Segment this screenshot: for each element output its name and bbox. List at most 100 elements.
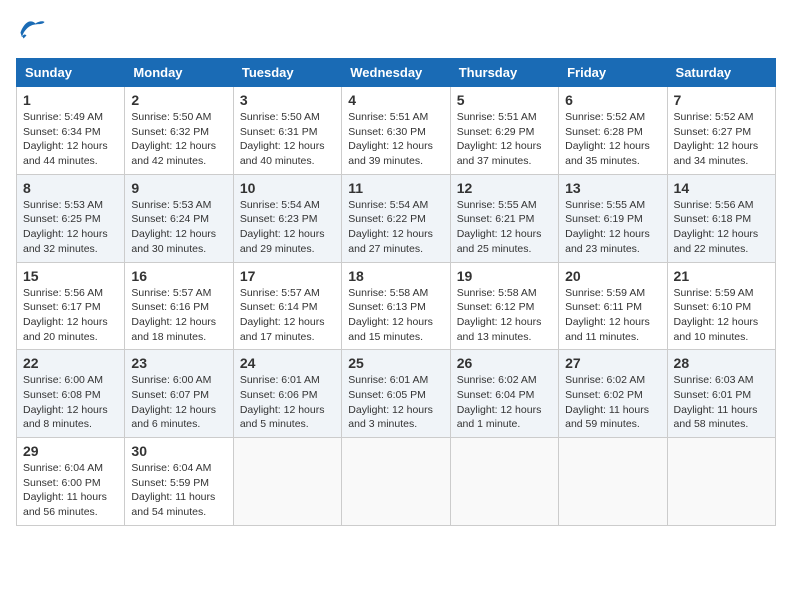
logo (16, 16, 50, 46)
calendar-cell: 26 Sunrise: 6:02 AMSunset: 6:04 PMDaylig… (450, 350, 558, 438)
calendar-cell: 19 Sunrise: 5:58 AMSunset: 6:12 PMDaylig… (450, 262, 558, 350)
calendar-cell: 6 Sunrise: 5:52 AMSunset: 6:28 PMDayligh… (559, 87, 667, 175)
day-number: 19 (457, 268, 552, 284)
day-number: 16 (131, 268, 226, 284)
calendar-cell: 2 Sunrise: 5:50 AMSunset: 6:32 PMDayligh… (125, 87, 233, 175)
day-info: Sunrise: 5:57 AMSunset: 6:14 PMDaylight:… (240, 287, 325, 343)
day-info: Sunrise: 5:56 AMSunset: 6:18 PMDaylight:… (674, 199, 759, 255)
day-info: Sunrise: 6:00 AMSunset: 6:08 PMDaylight:… (23, 374, 108, 430)
day-number: 2 (131, 92, 226, 108)
day-number: 9 (131, 180, 226, 196)
day-number: 4 (348, 92, 443, 108)
calendar-cell: 15 Sunrise: 5:56 AMSunset: 6:17 PMDaylig… (17, 262, 125, 350)
day-number: 27 (565, 355, 660, 371)
day-info: Sunrise: 6:03 AMSunset: 6:01 PMDaylight:… (674, 374, 758, 430)
day-info: Sunrise: 6:00 AMSunset: 6:07 PMDaylight:… (131, 374, 216, 430)
day-number: 18 (348, 268, 443, 284)
calendar-cell: 24 Sunrise: 6:01 AMSunset: 6:06 PMDaylig… (233, 350, 341, 438)
col-header-friday: Friday (559, 59, 667, 87)
day-number: 24 (240, 355, 335, 371)
day-number: 30 (131, 443, 226, 459)
day-info: Sunrise: 5:49 AMSunset: 6:34 PMDaylight:… (23, 111, 108, 167)
day-info: Sunrise: 5:53 AMSunset: 6:24 PMDaylight:… (131, 199, 216, 255)
calendar-week-row: 22 Sunrise: 6:00 AMSunset: 6:08 PMDaylig… (17, 350, 776, 438)
calendar-cell (450, 438, 558, 526)
day-info: Sunrise: 5:53 AMSunset: 6:25 PMDaylight:… (23, 199, 108, 255)
day-number: 14 (674, 180, 769, 196)
calendar-cell: 13 Sunrise: 5:55 AMSunset: 6:19 PMDaylig… (559, 174, 667, 262)
day-number: 11 (348, 180, 443, 196)
logo-icon (16, 16, 46, 46)
calendar-cell: 1 Sunrise: 5:49 AMSunset: 6:34 PMDayligh… (17, 87, 125, 175)
calendar-table: SundayMondayTuesdayWednesdayThursdayFrid… (16, 58, 776, 526)
calendar-cell: 10 Sunrise: 5:54 AMSunset: 6:23 PMDaylig… (233, 174, 341, 262)
day-info: Sunrise: 6:01 AMSunset: 6:05 PMDaylight:… (348, 374, 433, 430)
col-header-thursday: Thursday (450, 59, 558, 87)
calendar-week-row: 1 Sunrise: 5:49 AMSunset: 6:34 PMDayligh… (17, 87, 776, 175)
calendar-cell: 8 Sunrise: 5:53 AMSunset: 6:25 PMDayligh… (17, 174, 125, 262)
calendar-cell: 5 Sunrise: 5:51 AMSunset: 6:29 PMDayligh… (450, 87, 558, 175)
day-info: Sunrise: 6:02 AMSunset: 6:02 PMDaylight:… (565, 374, 649, 430)
calendar-cell: 30 Sunrise: 6:04 AMSunset: 5:59 PMDaylig… (125, 438, 233, 526)
day-info: Sunrise: 5:54 AMSunset: 6:22 PMDaylight:… (348, 199, 433, 255)
day-info: Sunrise: 5:55 AMSunset: 6:21 PMDaylight:… (457, 199, 542, 255)
calendar-week-row: 8 Sunrise: 5:53 AMSunset: 6:25 PMDayligh… (17, 174, 776, 262)
day-number: 1 (23, 92, 118, 108)
day-info: Sunrise: 5:50 AMSunset: 6:31 PMDaylight:… (240, 111, 325, 167)
calendar-week-row: 15 Sunrise: 5:56 AMSunset: 6:17 PMDaylig… (17, 262, 776, 350)
calendar-cell (667, 438, 775, 526)
calendar-cell: 21 Sunrise: 5:59 AMSunset: 6:10 PMDaylig… (667, 262, 775, 350)
day-info: Sunrise: 5:51 AMSunset: 6:29 PMDaylight:… (457, 111, 542, 167)
day-number: 5 (457, 92, 552, 108)
day-number: 23 (131, 355, 226, 371)
calendar-cell (559, 438, 667, 526)
day-number: 15 (23, 268, 118, 284)
calendar-cell: 28 Sunrise: 6:03 AMSunset: 6:01 PMDaylig… (667, 350, 775, 438)
page-header (16, 16, 776, 46)
day-number: 3 (240, 92, 335, 108)
day-number: 21 (674, 268, 769, 284)
col-header-monday: Monday (125, 59, 233, 87)
calendar-cell: 16 Sunrise: 5:57 AMSunset: 6:16 PMDaylig… (125, 262, 233, 350)
day-number: 10 (240, 180, 335, 196)
col-header-tuesday: Tuesday (233, 59, 341, 87)
col-header-saturday: Saturday (667, 59, 775, 87)
day-info: Sunrise: 5:59 AMSunset: 6:10 PMDaylight:… (674, 287, 759, 343)
day-number: 8 (23, 180, 118, 196)
calendar-cell: 7 Sunrise: 5:52 AMSunset: 6:27 PMDayligh… (667, 87, 775, 175)
day-info: Sunrise: 6:01 AMSunset: 6:06 PMDaylight:… (240, 374, 325, 430)
calendar-cell: 4 Sunrise: 5:51 AMSunset: 6:30 PMDayligh… (342, 87, 450, 175)
day-number: 25 (348, 355, 443, 371)
day-number: 22 (23, 355, 118, 371)
calendar-cell: 12 Sunrise: 5:55 AMSunset: 6:21 PMDaylig… (450, 174, 558, 262)
day-info: Sunrise: 5:58 AMSunset: 6:13 PMDaylight:… (348, 287, 433, 343)
day-info: Sunrise: 6:02 AMSunset: 6:04 PMDaylight:… (457, 374, 542, 430)
col-header-wednesday: Wednesday (342, 59, 450, 87)
day-number: 17 (240, 268, 335, 284)
day-number: 20 (565, 268, 660, 284)
calendar-cell (233, 438, 341, 526)
calendar-cell: 18 Sunrise: 5:58 AMSunset: 6:13 PMDaylig… (342, 262, 450, 350)
day-info: Sunrise: 5:50 AMSunset: 6:32 PMDaylight:… (131, 111, 216, 167)
day-number: 29 (23, 443, 118, 459)
day-number: 6 (565, 92, 660, 108)
calendar-cell: 11 Sunrise: 5:54 AMSunset: 6:22 PMDaylig… (342, 174, 450, 262)
calendar-cell: 17 Sunrise: 5:57 AMSunset: 6:14 PMDaylig… (233, 262, 341, 350)
calendar-cell: 25 Sunrise: 6:01 AMSunset: 6:05 PMDaylig… (342, 350, 450, 438)
day-info: Sunrise: 6:04 AMSunset: 6:00 PMDaylight:… (23, 462, 107, 518)
day-info: Sunrise: 5:58 AMSunset: 6:12 PMDaylight:… (457, 287, 542, 343)
day-info: Sunrise: 5:51 AMSunset: 6:30 PMDaylight:… (348, 111, 433, 167)
day-info: Sunrise: 5:55 AMSunset: 6:19 PMDaylight:… (565, 199, 650, 255)
calendar-header-row: SundayMondayTuesdayWednesdayThursdayFrid… (17, 59, 776, 87)
calendar-cell: 29 Sunrise: 6:04 AMSunset: 6:00 PMDaylig… (17, 438, 125, 526)
calendar-cell: 14 Sunrise: 5:56 AMSunset: 6:18 PMDaylig… (667, 174, 775, 262)
calendar-cell: 27 Sunrise: 6:02 AMSunset: 6:02 PMDaylig… (559, 350, 667, 438)
day-info: Sunrise: 6:04 AMSunset: 5:59 PMDaylight:… (131, 462, 215, 518)
calendar-cell: 20 Sunrise: 5:59 AMSunset: 6:11 PMDaylig… (559, 262, 667, 350)
calendar-week-row: 29 Sunrise: 6:04 AMSunset: 6:00 PMDaylig… (17, 438, 776, 526)
calendar-cell (342, 438, 450, 526)
day-info: Sunrise: 5:57 AMSunset: 6:16 PMDaylight:… (131, 287, 216, 343)
day-number: 12 (457, 180, 552, 196)
day-info: Sunrise: 5:52 AMSunset: 6:28 PMDaylight:… (565, 111, 650, 167)
day-info: Sunrise: 5:54 AMSunset: 6:23 PMDaylight:… (240, 199, 325, 255)
